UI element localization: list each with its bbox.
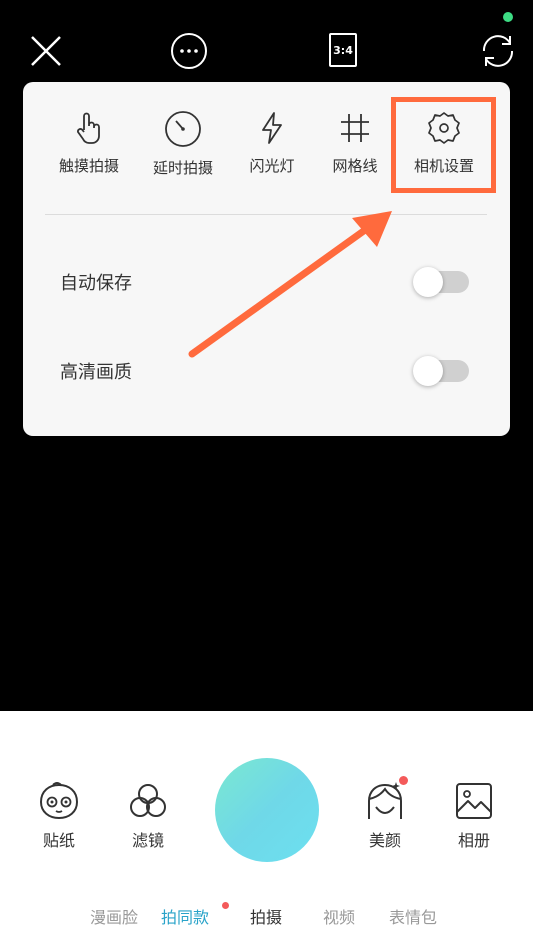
album-icon: [456, 783, 492, 819]
annotation-arrow: [188, 211, 392, 358]
filter-icon: [130, 784, 166, 817]
mode-tab-same-style[interactable]: 拍同款: [161, 904, 209, 928]
beauty-notification-dot: [399, 776, 408, 785]
mode-tab-emoji[interactable]: 表情包: [389, 904, 437, 928]
tool-label: 美颜: [368, 831, 401, 850]
tool-label: 相册: [457, 831, 490, 850]
mode-tab-video[interactable]: 视频: [323, 904, 355, 928]
mode-tab-manga-face[interactable]: 漫画脸: [90, 904, 138, 928]
tool-label: 贴纸: [42, 831, 75, 850]
beauty-button[interactable]: 美颜: [350, 781, 420, 851]
beauty-icon: [368, 782, 402, 819]
bottom-toolbar: 贴纸 滤镜 美颜 相册 漫画脸 拍同款 拍摄 视频 表情包: [0, 711, 533, 947]
mode-notification-dot: [222, 902, 229, 909]
shutter-button[interactable]: [215, 758, 319, 862]
sticker-icon: [39, 782, 79, 820]
sticker-button[interactable]: 贴纸: [24, 781, 94, 851]
album-button[interactable]: 相册: [439, 781, 509, 851]
mode-tab-photo[interactable]: 拍摄: [250, 904, 282, 928]
tool-label: 滤镜: [131, 831, 164, 850]
filter-button[interactable]: 滤镜: [113, 781, 183, 851]
